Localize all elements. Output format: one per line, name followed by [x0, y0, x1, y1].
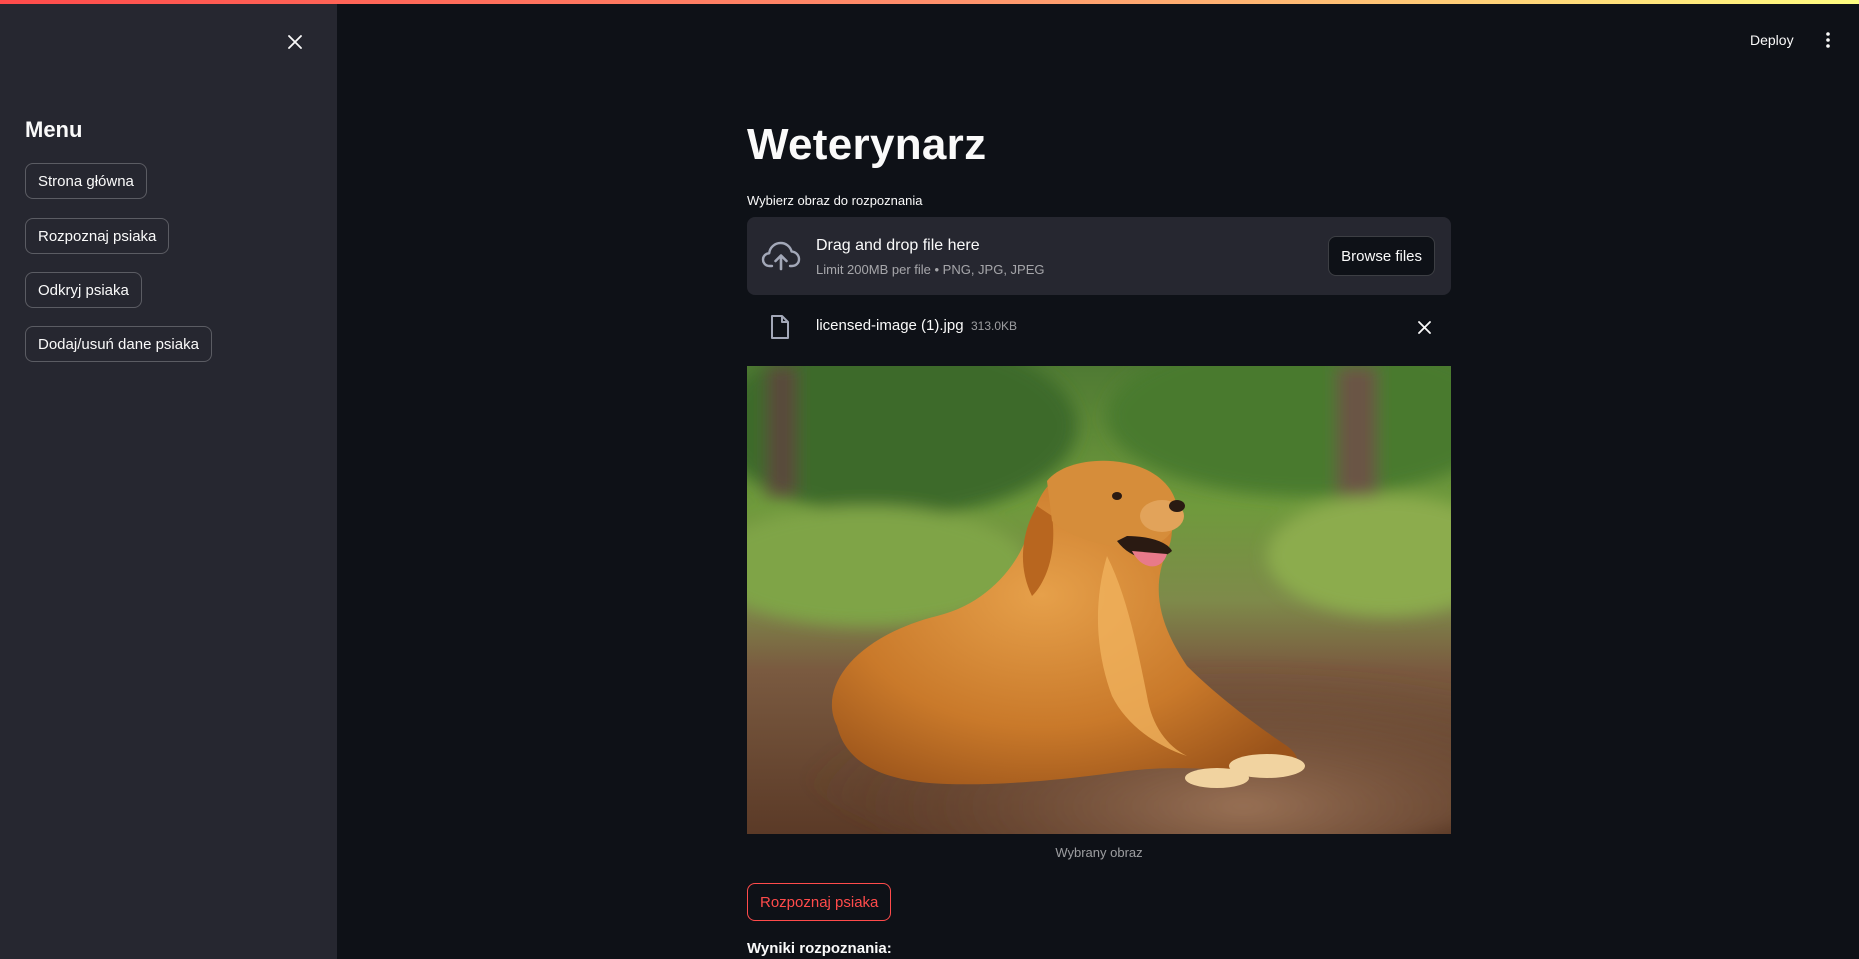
sidebar-close-button[interactable] — [281, 28, 309, 56]
recognize-dog-button[interactable]: Rozpoznaj psiaka — [747, 883, 892, 921]
uploaded-file-name: licensed-image (1).jpg — [816, 317, 964, 334]
close-icon — [288, 35, 302, 49]
file-uploader-label: Wybierz obraz do rozpoznania — [747, 193, 923, 208]
uploaded-file-row: licensed-image (1).jpg 313.0KB — [747, 306, 1451, 348]
sidebar-menu-title: Menu — [25, 117, 83, 142]
sidebar-item-discover[interactable]: Odkryj psiaka — [25, 272, 142, 308]
top-decoration-bar — [0, 0, 1859, 4]
dropzone-limit-text: Limit 200MB per file • PNG, JPG, JPEG — [816, 262, 1045, 277]
close-icon — [1417, 320, 1431, 334]
page-title: Weterynarz — [747, 120, 987, 169]
uploaded-file-size: 313.0KB — [971, 319, 1018, 333]
results-heading: Wyniki rozpoznania: — [747, 940, 892, 957]
image-caption: Wybrany obraz — [1055, 845, 1143, 860]
file-dropzone[interactable]: Drag and drop file here Limit 200MB per … — [747, 217, 1451, 295]
deploy-button[interactable]: Deploy — [1750, 28, 1794, 52]
cloud-upload-icon — [761, 241, 801, 271]
browse-files-button[interactable]: Browse files — [1328, 236, 1435, 276]
vertical-dots-icon — [1826, 32, 1830, 48]
remove-file-button[interactable] — [1414, 317, 1434, 337]
sidebar-item-recognize[interactable]: Rozpoznaj psiaka — [25, 218, 170, 254]
dropzone-title: Drag and drop file here — [816, 237, 980, 254]
main-menu-button[interactable] — [1818, 28, 1838, 52]
file-icon — [771, 315, 789, 339]
sidebar: Menu Strona główna Rozpoznaj psiaka Odkr… — [0, 0, 337, 959]
sidebar-item-edit-data[interactable]: Dodaj/usuń dane psiaka — [25, 326, 212, 362]
sidebar-item-home[interactable]: Strona główna — [25, 163, 147, 199]
uploaded-dog-image — [747, 366, 1451, 834]
